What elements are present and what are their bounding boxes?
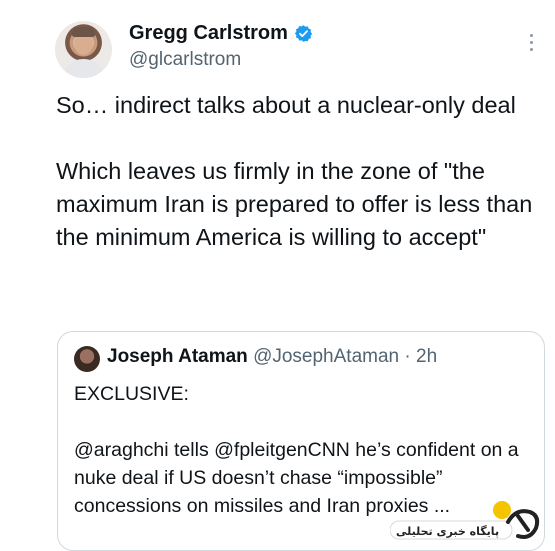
- author-avatar[interactable]: [55, 21, 112, 78]
- avatar-shirt: [63, 59, 104, 78]
- quoted-author-avatar: [74, 346, 100, 372]
- author-name[interactable]: Gregg Carlstrom: [129, 22, 288, 45]
- quoted-author-handle: @JosephAtaman: [253, 346, 400, 367]
- quoted-tweet-header: Joseph Ataman @JosephAtaman · 2h: [107, 346, 437, 368]
- quoted-author-name: Joseph Ataman: [107, 346, 248, 367]
- quoted-time: 2h: [416, 346, 438, 367]
- more-vertical-icon[interactable]: [529, 34, 535, 56]
- quoted-tweet-text: EXCLUSIVE: @araghchi tells @fpleitgenCNN…: [74, 383, 519, 517]
- verified-badge-icon: [294, 25, 313, 42]
- author-name-row: Gregg Carlstrom: [129, 22, 313, 45]
- quoted-separator: ·: [404, 346, 411, 367]
- avatar-hair: [72, 27, 95, 37]
- author-handle[interactable]: @glcarlstrom: [129, 49, 241, 71]
- watermark-logo: پایگاه خبری تحلیلی: [390, 501, 540, 540]
- watermark-text: پایگاه خبری تحلیلی: [396, 525, 499, 538]
- tweet-text: So… indirect talks about a nuclear-only …: [56, 92, 533, 250]
